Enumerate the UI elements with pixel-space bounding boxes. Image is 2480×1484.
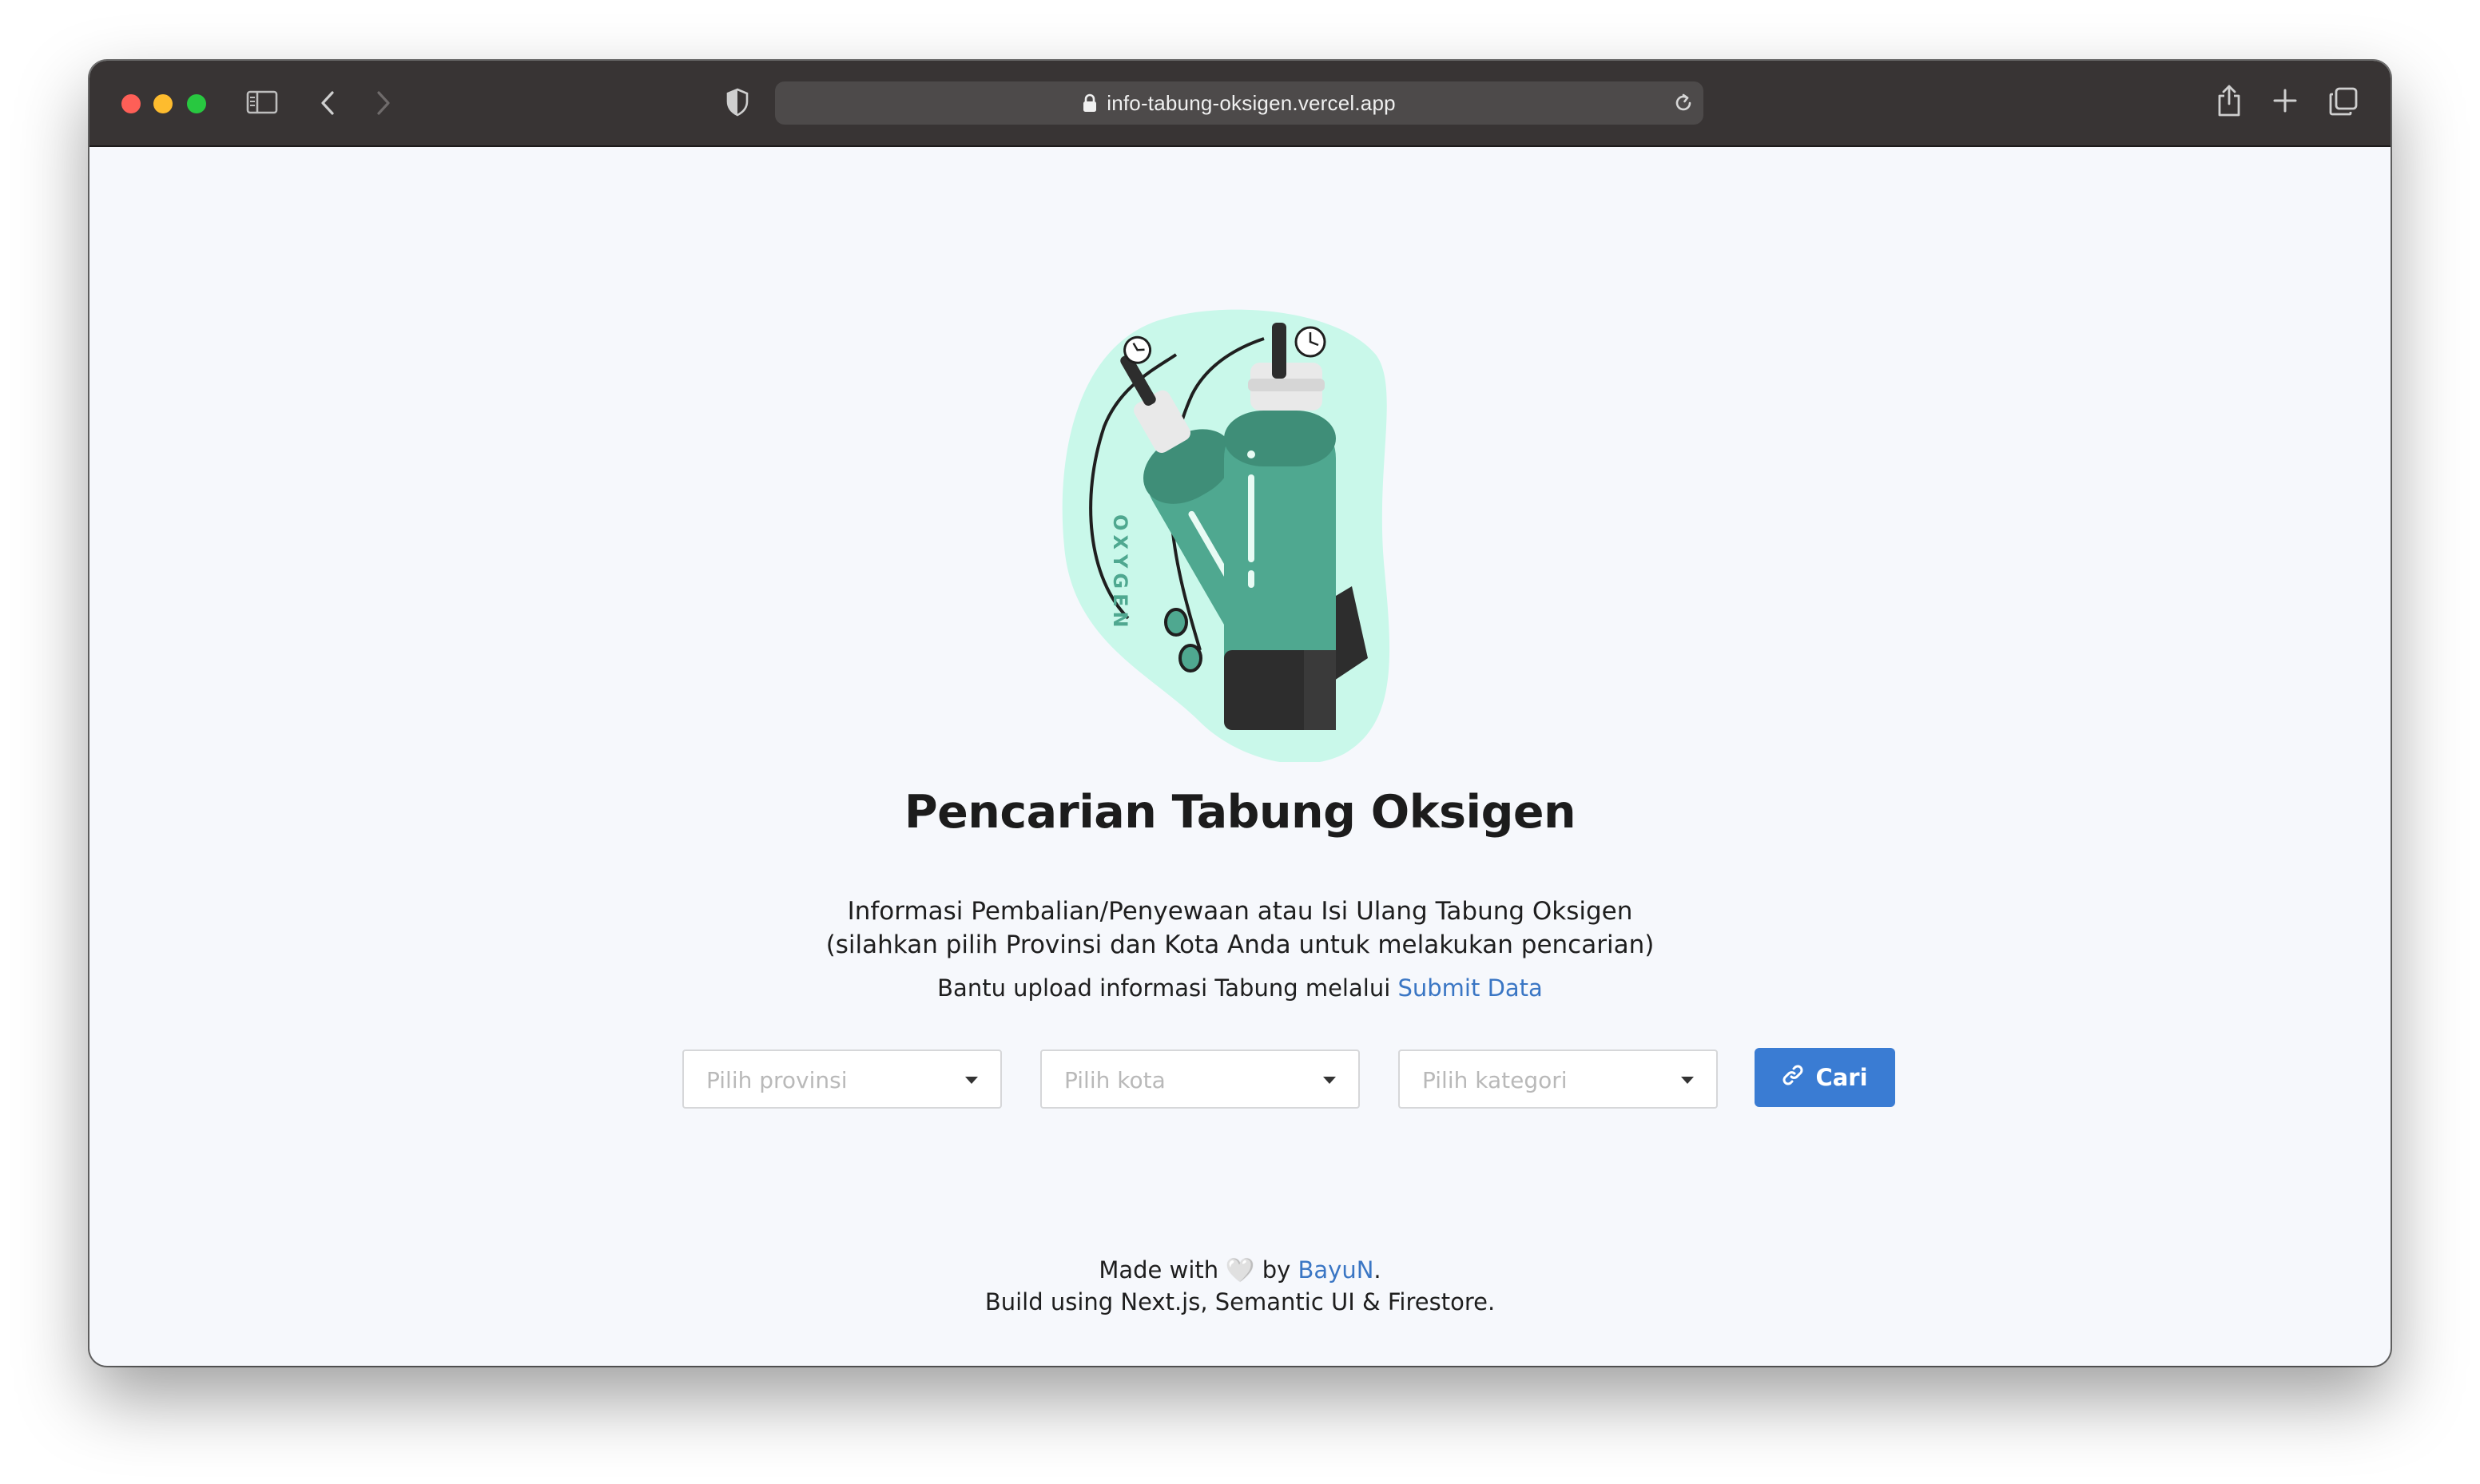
tab-overview-icon[interactable]	[2328, 86, 2359, 117]
heart-icon: 🤍	[1226, 1256, 1255, 1284]
reload-icon[interactable]	[1671, 91, 1695, 119]
submit-data-link[interactable]: Submit Data	[1397, 974, 1542, 1002]
sidebar-toggle-icon[interactable]	[246, 89, 278, 115]
back-icon[interactable]	[318, 89, 337, 117]
zoom-window-button[interactable]	[187, 94, 206, 113]
city-placeholder: Pilih kota	[1064, 1067, 1166, 1093]
link-icon	[1782, 1064, 1804, 1092]
footer-period: .	[1373, 1256, 1381, 1284]
page-subtitle: Informasi Pembalian/Penyewaan atau Isi U…	[89, 895, 2391, 962]
submit-helper: Bantu upload informasi Tabung melalui Su…	[89, 974, 2391, 1002]
caret-down-icon	[1323, 1077, 1336, 1084]
lock-icon	[1083, 93, 1097, 113]
forward-icon[interactable]	[374, 89, 393, 117]
footer-build-line: Build using Next.js, Semantic UI & Fires…	[984, 1288, 1496, 1315]
caret-down-icon	[1681, 1077, 1694, 1084]
new-tab-icon[interactable]	[2272, 88, 2298, 113]
page-content: OXYGEN Pencarian Tabung Oksigen Informas…	[89, 147, 2391, 1366]
province-dropdown[interactable]: Pilih provinsi	[682, 1050, 1002, 1109]
browser-window: info-tabung-oksigen.vercel.app OXYGEN Pe…	[89, 61, 2391, 1366]
privacy-shield-icon[interactable]	[725, 88, 749, 117]
oxygen-label: OXYGEN	[1109, 514, 1131, 633]
address-bar[interactable]: info-tabung-oksigen.vercel.app	[775, 81, 1703, 125]
oxygen-tank-illustration: OXYGEN	[1056, 307, 1400, 764]
subtitle-line-1: Informasi Pembalian/Penyewaan atau Isi U…	[847, 897, 1633, 926]
page-title: Pencarian Tabung Oksigen	[904, 786, 1576, 839]
by-text: by	[1262, 1256, 1291, 1284]
province-placeholder: Pilih provinsi	[706, 1067, 848, 1093]
subtitle-line-2: (silahkan pilih Provinsi dan Kota Anda u…	[825, 930, 1655, 959]
browser-toolbar: info-tabung-oksigen.vercel.app	[89, 61, 2391, 147]
footer: Made with 🤍 by BayuN. Build using Next.j…	[89, 1254, 2391, 1318]
category-dropdown[interactable]: Pilih kategori	[1398, 1050, 1718, 1109]
minimize-window-button[interactable]	[153, 94, 173, 113]
close-window-button[interactable]	[121, 94, 141, 113]
category-placeholder: Pilih kategori	[1422, 1067, 1568, 1093]
made-with-text: Made with	[1099, 1256, 1219, 1284]
city-dropdown[interactable]: Pilih kota	[1040, 1050, 1360, 1109]
share-icon[interactable]	[2215, 83, 2244, 118]
author-link[interactable]: BayuN	[1298, 1256, 1374, 1284]
helper-text: Bantu upload informasi Tabung melalui	[937, 974, 1398, 1002]
search-button[interactable]: Cari	[1755, 1048, 1895, 1107]
caret-down-icon	[965, 1077, 978, 1084]
url-text: info-tabung-oksigen.vercel.app	[1107, 90, 1396, 115]
search-button-label: Cari	[1815, 1064, 1868, 1091]
footer-made-with: Made with 🤍 by BayuN.	[89, 1254, 2391, 1286]
